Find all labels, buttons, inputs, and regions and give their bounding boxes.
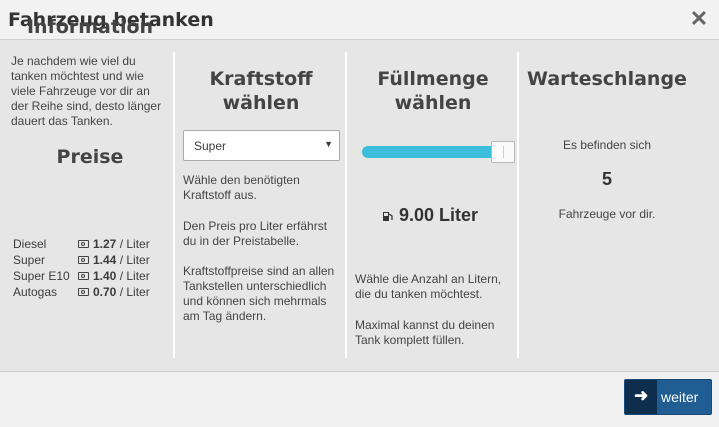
fuel-heading-line2: wählen [222,92,300,114]
fuel-help-1: Wähle den benötigten Kraftstoff aus. [183,173,300,202]
information-heading: Information [26,16,154,38]
amount-help-1: Wähle die Anzahl an Litern, die du tanke… [355,272,502,301]
fuel-name: Super E10 [13,269,70,283]
chevron-down-icon: ▼ [324,139,333,149]
amount-slider-handle[interactable] [491,141,515,163]
next-button[interactable]: ➜ weiter [624,379,712,415]
money-icon [78,256,89,264]
prices-heading: Preise [56,146,124,168]
dialog-footer [0,371,719,427]
price-unit: / Liter [119,237,150,251]
fuel-name: Diesel [13,237,47,251]
amount-display: 9.00 Liter [380,205,510,227]
amount-value: 9.00 Liter [399,205,479,225]
arrow-right-icon: ➜ [625,380,657,414]
amount-heading: Füllmenge wählen [347,67,519,115]
amount-help-2: Maximal kannst du deinen Tank komplett f… [355,318,495,347]
price-row: Autogas 0.70 / Liter [13,285,163,301]
fuel-name: Super [13,253,46,267]
next-button-label: weiter [661,389,699,405]
queue-heading: Warteschlange [527,68,687,90]
queue-line-2: Fahrzeuge vor dir. [558,207,656,221]
information-text: Je nachdem wie viel du tanken möchtest u… [11,54,162,128]
fuel-select-value: Super [194,139,227,153]
queue-line-1: Es befinden sich [562,138,652,152]
fuel-name: Autogas [13,285,58,299]
amount-heading-line2: wählen [394,92,472,114]
fuel-help-2: Den Preis pro Liter erfährst du in der P… [183,219,328,248]
price-row: Diesel 1.27 / Liter [13,237,163,253]
fuel-heading-line1: Kraftstoff [209,68,313,90]
amount-heading-line1: Füllmenge [377,68,489,90]
money-icon [78,288,89,296]
refuel-dialog: Fahrzeug betanken ✕ Information Je nachd… [0,0,719,427]
fuel-pump-icon [383,212,393,221]
price-unit: / Liter [119,269,150,283]
price-unit: / Liter [119,253,150,267]
fuel-help-3: Kraftstoffpreise sind an allen Tankstell… [183,264,335,323]
fuel-heading: Kraftstoff wählen [175,67,347,115]
price-row: Super 1.44 / Liter [13,253,163,269]
price-unit: / Liter [119,285,150,299]
money-icon [78,272,89,280]
price-value: 0.70 [93,285,117,299]
close-icon[interactable]: ✕ [689,8,709,30]
fuel-select[interactable]: Super ▼ [183,130,340,161]
amount-slider-fill[interactable] [362,146,504,158]
price-value: 1.44 [93,253,117,267]
queue-count: 5 [601,169,612,189]
money-icon [78,240,89,248]
price-value: 1.40 [93,269,117,283]
price-value: 1.27 [93,237,117,251]
price-row: Super E10 1.40 / Liter [13,269,163,285]
